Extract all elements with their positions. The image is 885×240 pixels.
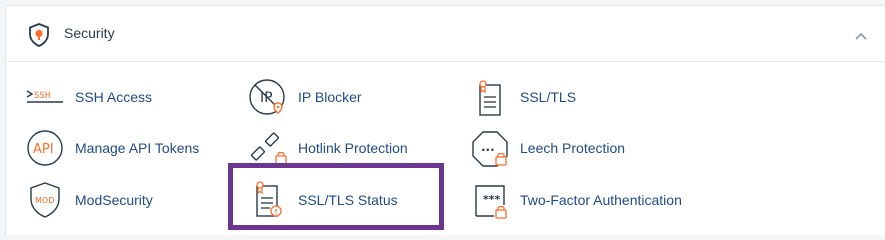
ip-blocker-label: IP Blocker [298,89,362,105]
hotlink-protection-link[interactable]: Hotlink Protection [246,126,408,170]
ssh-terminal-icon: SSH [23,75,67,119]
shield-icon [27,22,51,48]
svg-text:...: ... [481,140,495,154]
ssh-access-label: SSH Access [75,89,153,105]
password-lock-icon: *** [468,178,512,222]
two-factor-authentication-label: Two-Factor Authentication [520,192,682,208]
hotlink-protection-label: Hotlink Protection [298,140,408,156]
octagon-lock-icon: ... [468,126,512,170]
svg-text:***: *** [483,193,501,206]
svg-text:IP: IP [260,90,273,106]
certificate-status-icon [246,178,290,222]
ssh-access-link[interactable]: SSH SSH Access [23,75,152,119]
svg-text:API: API [33,142,54,157]
certificate-icon [468,75,512,119]
leech-protection-link[interactable]: ... Leech Protection [468,126,625,170]
manage-api-tokens-link[interactable]: API Manage API Tokens [23,126,199,170]
ssl-tls-link[interactable]: SSL/TLS [468,75,576,119]
modsecurity-label: ModSecurity [75,192,153,208]
security-section-header[interactable]: Security [6,6,885,62]
mod-shield-icon: MOD [23,178,67,222]
ssl-tls-status-label: SSL/TLS Status [298,192,398,208]
broken-link-lock-icon [246,126,290,170]
ssl-tls-label: SSL/TLS [520,89,577,105]
manage-api-tokens-label: Manage API Tokens [75,140,200,156]
svg-text:SSH: SSH [34,91,50,101]
section-title: Security [64,25,115,41]
ssl-tls-status-link[interactable]: SSL/TLS Status [246,178,398,222]
ip-blocker-link[interactable]: IP IP Blocker [246,75,362,119]
leech-protection-label: Leech Protection [520,140,626,156]
security-panel: Security SSH SSH Access IP IP Blocker SS… [5,5,885,235]
svg-text:MOD: MOD [35,196,54,205]
two-factor-authentication-link[interactable]: *** Two-Factor Authentication [468,178,682,222]
modsecurity-link[interactable]: MOD ModSecurity [23,178,153,222]
api-icon: API [23,126,67,170]
chevron-up-icon[interactable] [854,28,868,40]
ip-blocker-icon: IP [246,75,290,119]
